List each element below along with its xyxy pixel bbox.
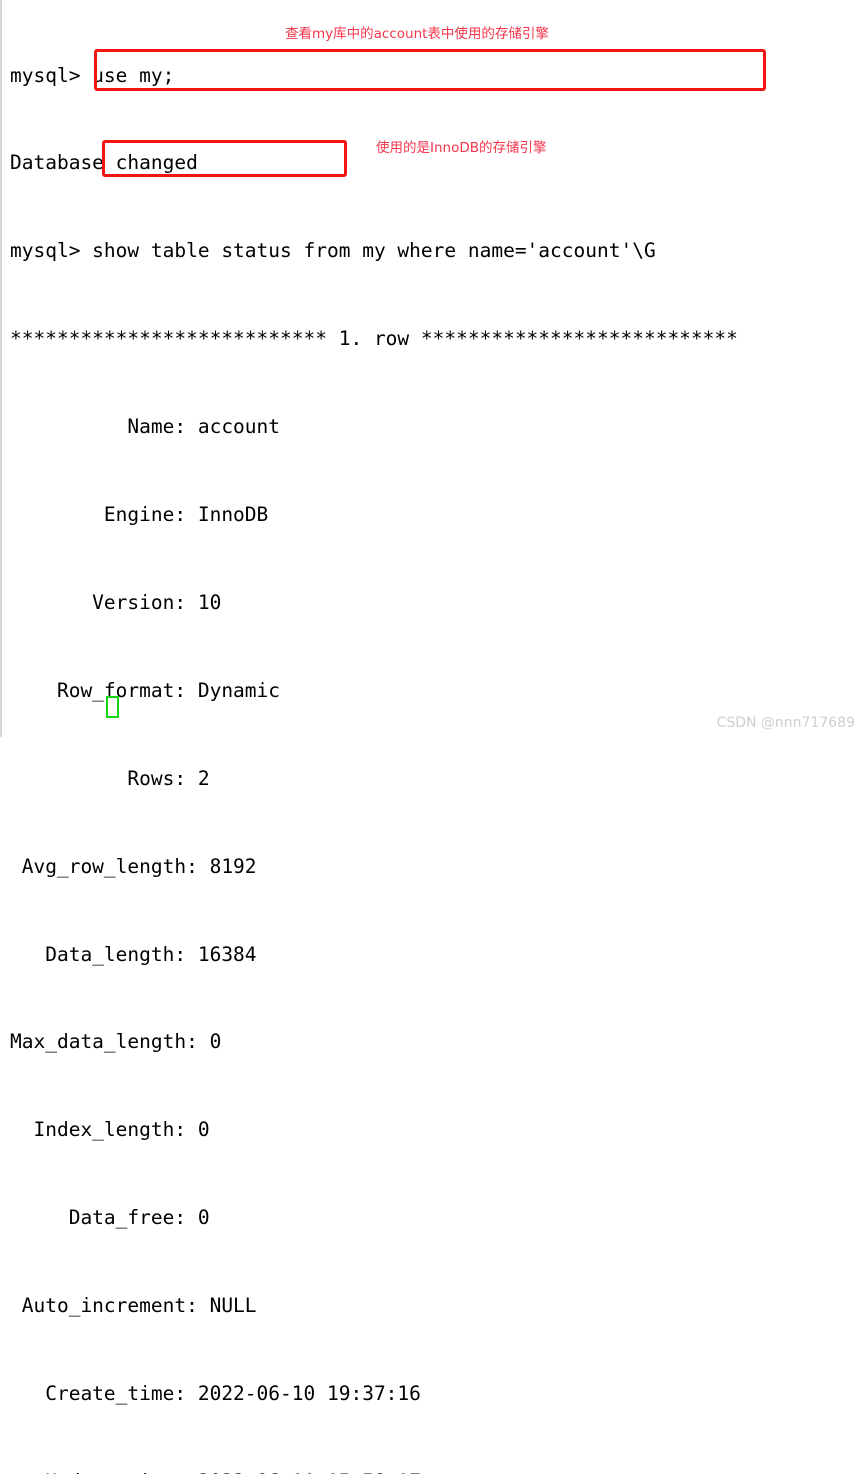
terminal-line-row-separator: *************************** 1. row *****… [10, 327, 738, 351]
text-cursor [106, 696, 119, 718]
terminal-field-max-data-length: Max_data_length: 0 [10, 1030, 222, 1054]
terminal-field-create-time: Create_time: 2022-06-10 19:37:16 [10, 1381, 421, 1405]
terminal-field-index-length: Index_length: 0 [10, 1118, 210, 1142]
terminal-field-avg-row-length: Avg_row_length: 8192 [10, 854, 257, 878]
terminal-output: mysql> use my; Database changed mysql> s… [10, 2, 862, 1474]
watermark: CSDN @nnn717689 [716, 715, 855, 731]
terminal-field-rows: Rows: 2 [10, 766, 210, 790]
terminal-field-engine: Engine: InnoDB [10, 503, 269, 527]
annotation-engine-note: 使用的是InnoDB的存储引擎 [376, 140, 547, 156]
annotation-query-note: 查看my库中的account表中使用的存储引擎 [285, 26, 549, 42]
terminal-field-auto-increment: Auto_increment: NULL [10, 1294, 257, 1318]
terminal-field-data-length: Data_length: 16384 [10, 942, 257, 966]
terminal-window[interactable]: mysql> use my; Database changed mysql> s… [0, 0, 865, 1474]
terminal-line-use-command: mysql> use my; [10, 63, 175, 87]
terminal-field-update-time: Update_time: 2022-06-11 15:58:17 [10, 1467, 862, 1474]
terminal-field-data-free: Data_free: 0 [10, 1206, 210, 1230]
terminal-field-version: Version: 10 [10, 590, 222, 614]
terminal-field-row-format: Row_format: Dynamic [10, 678, 281, 702]
terminal-field-name: Name: account [10, 415, 281, 439]
terminal-line-status-command: mysql> show table status from my where n… [10, 239, 656, 263]
